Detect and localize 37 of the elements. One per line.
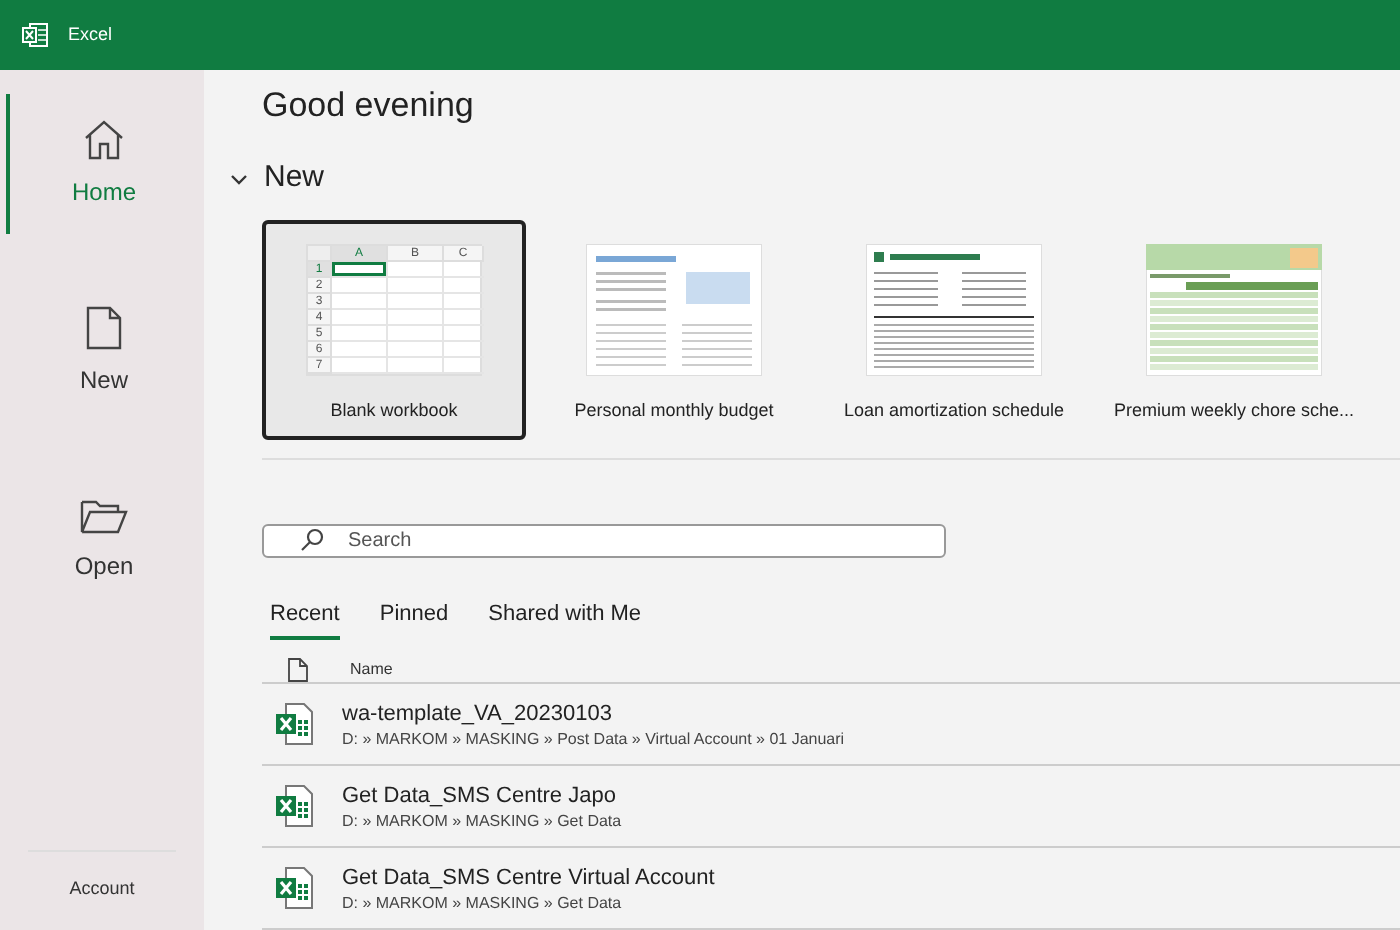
file-icon [288, 657, 308, 681]
tab[interactable]: Recent [270, 597, 340, 640]
file-name: wa-template_VA_20230103 [342, 699, 614, 727]
file-path: D: » MARKOM » MASKING » Get Data [342, 809, 622, 831]
folder-icon [80, 496, 128, 536]
search-input[interactable]: Search [348, 525, 944, 555]
template-card[interactable]: Loan amortization schedule [822, 219, 1086, 439]
template-card[interactable]: Premium weekly chore sche... [1102, 219, 1366, 439]
corner-cell [308, 245, 332, 261]
file-row[interactable]: Get Data_SMS Centre Virtual Account D: » MARKOM » MASKING » Get Data [262, 848, 1400, 930]
greeting-heading: Good evening [262, 86, 476, 126]
active-cell [332, 261, 388, 277]
file-path: D: » MARKOM » MASKING » Post Data » Virtual Account » 01 Januari [342, 727, 845, 749]
section-toggle[interactable]: New [230, 156, 325, 201]
document-icon [86, 306, 122, 350]
search-icon [300, 528, 324, 552]
search-field[interactable]: Search [262, 523, 946, 557]
file-name: Get Data_SMS Centre Japo [342, 781, 618, 809]
file-row[interactable]: wa-template_VA_20230103 D: » MARKOM » MASKING » Post Data » Virtual Account » 01 Januari [262, 684, 1400, 766]
sidebar-item[interactable]: Open [6, 470, 198, 610]
sidebar-item[interactable]: Home [6, 94, 198, 234]
sidebar-item[interactable]: New [6, 282, 198, 422]
file-path: D: » MARKOM » MASKING » Get Data [342, 891, 624, 913]
template-card[interactable]: Personal monthly budget [542, 219, 806, 439]
tab[interactable]: Pinned [379, 597, 449, 640]
file-name: Get Data_SMS Centre Virtual Account [342, 863, 715, 891]
file-row[interactable]: Get Data_SMS Centre Japo D: » MARKOM » MASKING » Get Data [262, 766, 1400, 848]
app-logo-icon [22, 22, 48, 48]
spreadsheet-file-icon [274, 784, 314, 828]
chevron-icon [230, 169, 248, 188]
tab[interactable]: Shared with Me [488, 597, 642, 640]
column-header: Name [350, 657, 393, 681]
account-link[interactable]: Account [69, 875, 135, 902]
spreadsheet-file-icon [274, 702, 314, 746]
window-title: Excel [68, 21, 113, 48]
home-icon [82, 118, 126, 162]
spreadsheet-file-icon [274, 866, 314, 910]
